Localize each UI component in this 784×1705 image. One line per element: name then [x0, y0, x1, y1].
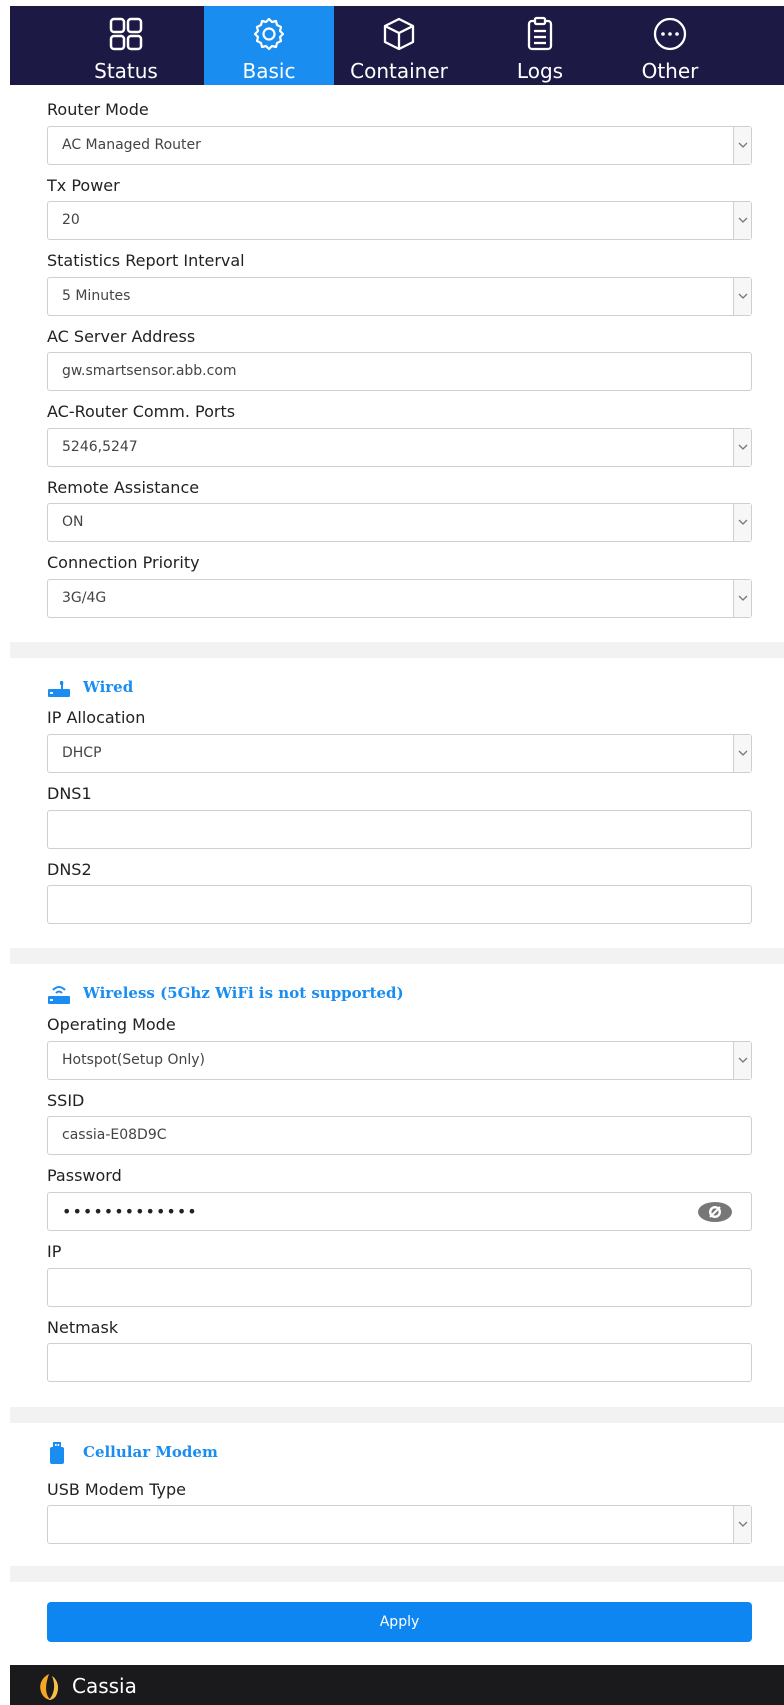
- chevron-down-icon: [733, 202, 751, 239]
- connection-priority-select[interactable]: 3G/4G: [47, 579, 752, 618]
- top-nav: Status Basic Container Logs Other: [10, 6, 784, 85]
- password-input[interactable]: •••••••••••••: [47, 1192, 752, 1231]
- ssid-input[interactable]: cassia-E08D9C: [47, 1116, 752, 1155]
- stats-interval-value: 5 Minutes: [62, 288, 131, 304]
- dns2-input[interactable]: [47, 885, 752, 924]
- chevron-down-icon: [733, 735, 751, 772]
- tab-container[interactable]: Container: [334, 6, 464, 85]
- section-divider: [10, 1566, 784, 1582]
- netmask-label: Netmask: [47, 1318, 119, 1337]
- apply-button[interactable]: Apply: [47, 1602, 752, 1642]
- operating-mode-select[interactable]: Hotspot(Setup Only): [47, 1041, 752, 1080]
- ac-server-label: AC Server Address: [47, 327, 196, 346]
- ip-allocation-label: IP Allocation: [47, 708, 146, 727]
- remote-assistance-label: Remote Assistance: [47, 478, 200, 497]
- dns2-label: DNS2: [47, 860, 92, 879]
- cassia-logo-icon: [40, 1674, 59, 1700]
- chevron-down-icon: [733, 1042, 751, 1079]
- section-divider: [10, 948, 784, 964]
- tab-logs-label: Logs: [516, 59, 564, 83]
- wireless-title: Wireless (5Ghz WiFi is not supported): [83, 984, 404, 1002]
- ssid-label: SSID: [47, 1091, 85, 1110]
- stats-interval-select[interactable]: 5 Minutes: [47, 277, 752, 316]
- section-divider: [10, 1407, 784, 1423]
- tab-logs[interactable]: Logs: [475, 6, 605, 85]
- operating-mode-value: Hotspot(Setup Only): [62, 1052, 206, 1068]
- ports-value: 5246,5247: [62, 439, 138, 455]
- tx-power-label: Tx Power: [47, 176, 120, 195]
- chevron-down-icon: [733, 429, 751, 466]
- ac-server-value: gw.smartsensor.abb.com: [62, 363, 237, 379]
- router-mode-label: Router Mode: [47, 100, 149, 119]
- chevron-down-icon: [733, 278, 751, 315]
- tab-basic-label: Basic: [242, 59, 296, 83]
- dns1-input[interactable]: [47, 810, 752, 849]
- section-divider: [10, 642, 784, 658]
- stats-interval-label: Statistics Report Interval: [47, 251, 245, 270]
- chevron-down-icon: [733, 127, 751, 164]
- dns1-label: DNS1: [47, 784, 92, 803]
- tab-basic[interactable]: Basic: [204, 6, 334, 85]
- more-icon: [653, 17, 687, 51]
- ports-select[interactable]: 5246,5247: [47, 428, 752, 467]
- remote-assistance-value: ON: [62, 514, 84, 530]
- tab-other-label: Other: [641, 59, 699, 83]
- operating-mode-label: Operating Mode: [47, 1015, 176, 1034]
- tab-status-label: Status: [94, 59, 158, 83]
- footer-brand: Cassia: [72, 1674, 137, 1698]
- wired-title: Wired: [83, 678, 134, 696]
- wifi-router-icon: [48, 986, 70, 1004]
- ports-label: AC-Router Comm. Ports: [47, 402, 236, 421]
- password-value: •••••••••••••: [62, 1202, 198, 1221]
- chevron-down-icon: [733, 580, 751, 617]
- ac-server-input[interactable]: gw.smartsensor.abb.com: [47, 352, 752, 391]
- tab-status[interactable]: Status: [61, 6, 191, 85]
- tab-other[interactable]: Other: [605, 6, 735, 85]
- box-icon: [383, 17, 415, 51]
- usb-modem-type-label: USB Modem Type: [47, 1480, 186, 1499]
- ip-label: IP: [47, 1242, 62, 1261]
- usb-modem-icon: [50, 1442, 64, 1464]
- connection-priority-label: Connection Priority: [47, 553, 200, 572]
- remote-assistance-select[interactable]: ON: [47, 503, 752, 542]
- chevron-down-icon: [733, 1506, 751, 1543]
- clipboard-icon: [527, 16, 553, 51]
- ip-input[interactable]: [47, 1268, 752, 1307]
- chevron-down-icon: [733, 504, 751, 541]
- tab-container-label: Container: [350, 59, 448, 83]
- router-mode-value: AC Managed Router: [62, 137, 201, 153]
- netmask-input[interactable]: [47, 1343, 752, 1382]
- ssid-value: cassia-E08D9C: [62, 1127, 167, 1143]
- password-label: Password: [47, 1166, 122, 1185]
- eye-off-icon[interactable]: [697, 1201, 733, 1223]
- usb-modem-type-select[interactable]: [47, 1505, 752, 1544]
- connection-priority-value: 3G/4G: [62, 590, 107, 606]
- ip-allocation-select[interactable]: DHCP: [47, 734, 752, 773]
- router-mode-select[interactable]: AC Managed Router: [47, 126, 752, 165]
- tx-power-select[interactable]: 20: [47, 201, 752, 240]
- footer: Cassia: [10, 1665, 784, 1705]
- gear-icon: [253, 17, 285, 51]
- cellular-title: Cellular Modem: [83, 1443, 218, 1461]
- tx-power-value: 20: [62, 212, 80, 228]
- grid-icon: [109, 17, 143, 51]
- router-icon: [48, 681, 70, 697]
- ip-allocation-value: DHCP: [62, 745, 102, 761]
